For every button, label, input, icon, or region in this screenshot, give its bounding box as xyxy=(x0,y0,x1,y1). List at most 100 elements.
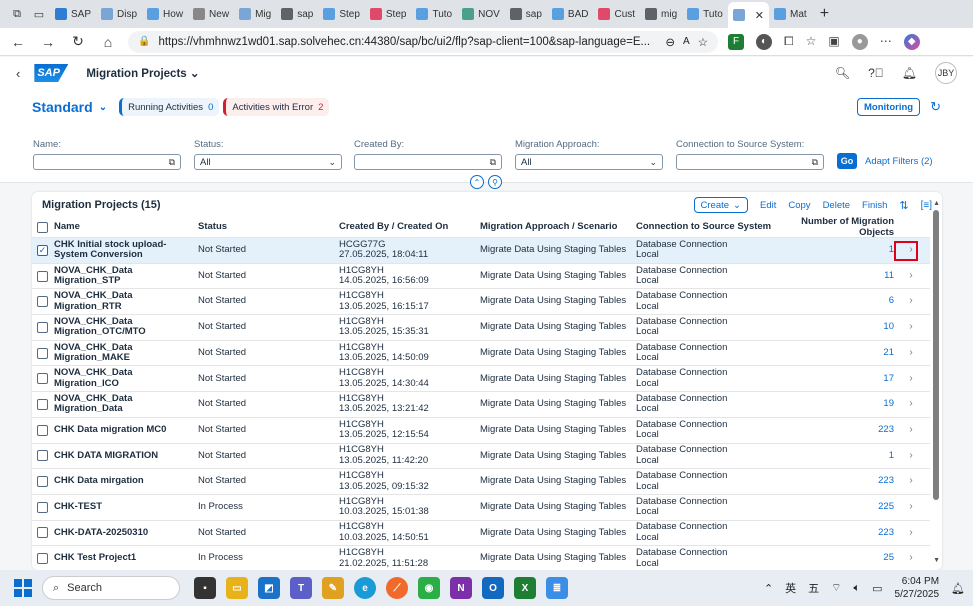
row-checkbox[interactable] xyxy=(37,501,48,513)
running-activities-badge[interactable]: Running Activities 0 xyxy=(119,98,220,116)
browser-tab[interactable]: mig xyxy=(640,3,682,25)
go-button[interactable]: Go xyxy=(837,153,857,169)
browser-tab[interactable]: Mig xyxy=(234,3,276,25)
volume-icon[interactable]: 🔈︎ xyxy=(854,582,861,595)
browser-tab[interactable]: How xyxy=(142,3,188,25)
table-row[interactable]: NOVA_CHK_Data Migration_ICO Not Started H1… xyxy=(32,366,930,393)
settings-icon[interactable]: [≡] xyxy=(921,200,932,211)
name-filter-input[interactable]: ⧉ xyxy=(33,154,181,170)
row-navigation-icon[interactable]: › xyxy=(900,271,922,282)
table-row[interactable]: NOVA_CHK_Data Migration_STP Not Started H1… xyxy=(32,264,930,290)
copy-button[interactable]: Copy xyxy=(788,200,810,211)
column-header-status[interactable]: Status xyxy=(198,222,339,233)
browser-tab[interactable]: BAD xyxy=(547,3,594,25)
excel-icon[interactable]: X xyxy=(514,577,536,599)
row-navigation-icon[interactable]: › xyxy=(900,399,922,410)
row-checkbox[interactable] xyxy=(37,476,48,488)
row-checkbox[interactable] xyxy=(37,373,48,385)
browser-tab[interactable]: ✕ xyxy=(727,2,770,28)
row-navigation-icon[interactable]: › xyxy=(900,502,922,513)
browser-tab[interactable]: Tuto xyxy=(411,3,457,25)
zoom-icon[interactable]: ⊖ xyxy=(665,35,675,49)
row-navigation-icon[interactable]: › xyxy=(900,322,922,333)
url-input[interactable]: 🔒 https://vhmhnwz1wd01.sap.solvehec.cn:4… xyxy=(128,30,718,53)
taskbar-search[interactable]: ⌕ Search xyxy=(42,576,180,600)
help-icon[interactable]: ?⃝ xyxy=(868,66,884,80)
whiteboard-icon[interactable]: ✎ xyxy=(322,577,344,599)
table-row[interactable]: CHK Data migration MC0 Not Started H1CG8YH… xyxy=(32,418,930,444)
row-navigation-icon[interactable]: › xyxy=(900,451,922,462)
notepad-icon[interactable]: ≣ xyxy=(546,577,568,599)
app-orange-icon[interactable]: ⟋ xyxy=(386,577,408,599)
table-row[interactable]: CHK-TEST In Process H1CG8YH 10.03.2025, 15:… xyxy=(32,495,930,521)
value-help-icon[interactable]: ⧉ xyxy=(812,157,818,168)
browser-tab[interactable]: Mat xyxy=(769,3,812,25)
migration-object-count[interactable]: 223 xyxy=(782,425,900,436)
app-title[interactable]: Migration Projects ⌄ xyxy=(86,66,199,80)
row-navigation-icon[interactable]: › xyxy=(900,476,922,487)
browser-tab[interactable]: Step xyxy=(318,3,365,25)
clock[interactable]: 6:04 PM 5/27/2025 xyxy=(895,575,940,601)
pin-header-icon[interactable]: ⚲ xyxy=(488,175,502,189)
shell-back-icon[interactable]: ‹ xyxy=(16,66,20,81)
more-icon[interactable]: ⋯ xyxy=(880,34,892,50)
column-header-created[interactable]: Created By / Created On xyxy=(339,222,480,233)
reload-icon[interactable]: ↻ xyxy=(68,32,88,52)
row-navigation-icon[interactable]: › xyxy=(900,425,922,436)
notifications-icon[interactable]: 🔔︎ xyxy=(951,582,965,595)
refresh-icon[interactable]: ↻ xyxy=(930,99,941,115)
avatar[interactable]: JBY xyxy=(935,62,957,84)
close-tab-icon[interactable]: ✕ xyxy=(755,9,764,22)
sort-icon[interactable]: ⇅ xyxy=(899,199,908,212)
ime-language[interactable]: 英 xyxy=(785,580,796,596)
migration-object-count[interactable]: 1 xyxy=(782,451,900,462)
onenote-icon[interactable]: N xyxy=(450,577,472,599)
scroll-down-icon[interactable]: ▼ xyxy=(933,557,940,564)
table-row[interactable]: CHK DATA MIGRATION Not Started H1CG8YH 13.0… xyxy=(32,444,930,470)
select-all-checkbox[interactable] xyxy=(37,222,48,233)
photos-icon[interactable]: ◩ xyxy=(258,577,280,599)
windows-start-icon[interactable] xyxy=(14,579,32,597)
search-icon[interactable]: 🔍︎ xyxy=(835,66,850,80)
favorite-star-icon[interactable]: ☆ xyxy=(698,35,708,49)
extensions-puzzle-icon[interactable]: ⧠ xyxy=(784,34,794,50)
battery-icon[interactable]: ▭ xyxy=(872,582,882,595)
delete-button[interactable]: Delete xyxy=(823,200,850,211)
row-navigation-icon[interactable]: › xyxy=(900,374,922,385)
table-row[interactable]: CHK-DATA-20250310 Not Started H1CG8YH 10.03… xyxy=(32,521,930,547)
row-checkbox[interactable] xyxy=(37,347,48,359)
table-row[interactable]: NOVA_CHK_Data Migration_OTC/MTO Not Start… xyxy=(32,315,930,341)
edit-button[interactable]: Edit xyxy=(760,200,776,211)
status-filter-select[interactable]: All ⌄ xyxy=(194,154,342,170)
migration-object-count[interactable]: 1 xyxy=(782,245,900,256)
table-row[interactable]: NOVA_CHK_Data Migration_Data Not Started H… xyxy=(32,392,930,418)
copilot-icon[interactable]: ◆ xyxy=(903,33,920,50)
value-help-icon[interactable]: ⧉ xyxy=(169,157,175,168)
migration-object-count[interactable]: 21 xyxy=(782,348,900,359)
wechat-icon[interactable]: ◉ xyxy=(418,577,440,599)
row-checkbox[interactable]: ✓ xyxy=(37,244,48,256)
migration-object-count[interactable]: 11 xyxy=(782,271,900,282)
bell-icon[interactable]: 🔔︎ xyxy=(902,66,917,80)
row-navigation-icon[interactable]: › xyxy=(900,296,922,307)
new-tab-icon[interactable]: + xyxy=(812,5,837,23)
column-header-connection[interactable]: Connection to Source System xyxy=(636,222,782,233)
migration-object-count[interactable]: 17 xyxy=(782,374,900,385)
forward-icon[interactable]: → xyxy=(38,32,58,52)
browser-tab[interactable]: New xyxy=(188,3,234,25)
profile-icon[interactable]: ● xyxy=(851,33,868,50)
approach-filter-select[interactable]: All ⌄ xyxy=(515,154,663,170)
browser-tab[interactable]: Tuto xyxy=(682,3,728,25)
row-checkbox[interactable] xyxy=(37,296,48,308)
connection-filter-input[interactable]: ⧉ xyxy=(676,154,824,170)
row-checkbox[interactable] xyxy=(37,553,48,565)
row-checkbox[interactable] xyxy=(37,321,48,333)
migration-object-count[interactable]: 6 xyxy=(782,296,900,307)
back-icon[interactable]: ← xyxy=(8,32,28,52)
table-row[interactable]: NOVA_CHK_Data Migration_MAKE Not Started H… xyxy=(32,341,930,367)
table-row[interactable]: NOVA_CHK_Data Migration_RTR Not Started H1… xyxy=(32,289,930,316)
sap-logo[interactable]: SAP xyxy=(34,64,69,82)
row-checkbox[interactable] xyxy=(37,270,48,282)
browser-tab[interactable]: sap xyxy=(505,3,547,25)
adapt-filters-link[interactable]: Adapt Filters (2) xyxy=(865,156,933,167)
